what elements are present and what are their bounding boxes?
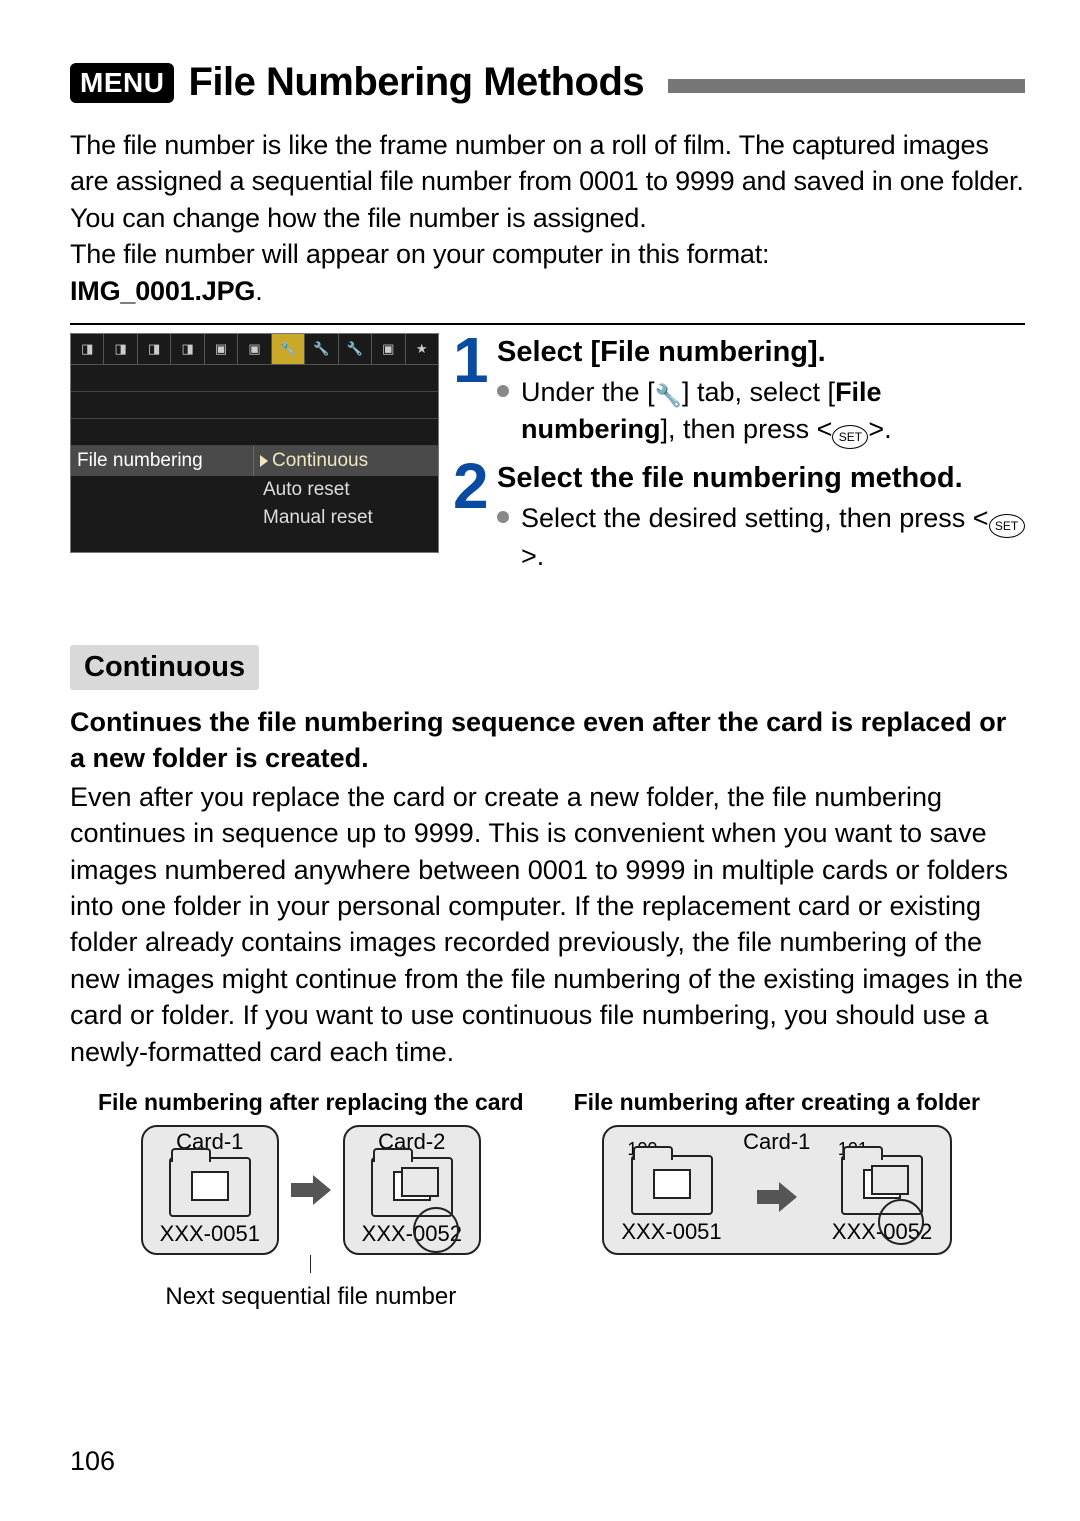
triangle-right-icon xyxy=(260,455,268,467)
card-1-wide: Card-1 100 XXX-0051 101 XXX-0052 xyxy=(602,1125,952,1255)
step-2-heading: Select the file numbering method. xyxy=(497,459,1025,498)
menu-badge: MENU xyxy=(70,63,174,103)
menu-blank-rows xyxy=(71,365,438,446)
bullet-icon xyxy=(497,385,509,397)
leader-line xyxy=(310,1255,311,1273)
set-button-icon: SET xyxy=(832,425,868,449)
highlight-circle-icon xyxy=(413,1207,459,1253)
file-number-label: XXX-0051 xyxy=(160,1221,260,1247)
intro-paragraph-2: The file number will appear on your comp… xyxy=(70,239,769,269)
menu-tab: ▣ xyxy=(205,334,238,364)
folder-icon xyxy=(169,1157,251,1217)
page-number: 106 xyxy=(70,1446,115,1477)
menu-tab: ◨ xyxy=(104,334,137,364)
continuous-summary: Continues the file numbering sequence ev… xyxy=(70,704,1025,777)
page-title-row: MENU File Numbering Methods xyxy=(70,60,1025,105)
diagram-caption: Next sequential file number xyxy=(98,1283,524,1311)
menu-tab: 🔧 xyxy=(305,334,338,364)
set-button-icon: SET xyxy=(989,514,1025,538)
menu-option-row: Manual reset xyxy=(71,504,438,532)
step-1: 1 Select [File numbering]. Under the [🔧]… xyxy=(453,333,1025,449)
menu-tab-active: 🔧 xyxy=(272,334,305,364)
menu-item-label: File numbering xyxy=(71,450,253,472)
arrow-right-icon xyxy=(757,1182,797,1212)
menu-tab: 🔧 xyxy=(339,334,372,364)
section-divider xyxy=(70,323,1025,325)
wrench-icon: 🔧 xyxy=(655,381,682,411)
intro-text: The file number is like the frame number… xyxy=(70,127,1025,309)
menu-tab-bar: ◨ ◨ ◨ ◨ ▣ ▣ 🔧 🔧 🔧 ▣ ★ xyxy=(71,334,438,365)
menu-item-value: Continuous xyxy=(253,446,438,476)
menu-tab: ▣ xyxy=(238,334,271,364)
step-2: 2 Select the file numbering method. Sele… xyxy=(453,459,1025,575)
diagram-create-folder: File numbering after creating a folder C… xyxy=(574,1088,980,1311)
diagram-replace-card: File numbering after replacing the card … xyxy=(98,1088,524,1311)
diagram-title: File numbering after replacing the card xyxy=(98,1088,524,1117)
step-1-bullet: Under the [🔧] tab, select [File numberin… xyxy=(497,374,1025,449)
step-number: 1 xyxy=(453,333,489,449)
menu-option-row: Auto reset xyxy=(71,476,438,504)
title-bar xyxy=(668,79,1025,93)
highlight-circle-icon xyxy=(878,1199,924,1245)
menu-tab: ▣ xyxy=(372,334,405,364)
menu-tab: ◨ xyxy=(138,334,171,364)
diagram-title: File numbering after creating a folder xyxy=(574,1088,980,1117)
menu-tab: ◨ xyxy=(71,334,104,364)
step-2-bullet: Select the desired setting, then press <… xyxy=(497,500,1025,575)
camera-menu-screenshot: ◨ ◨ ◨ ◨ ▣ ▣ 🔧 🔧 🔧 ▣ ★ File numbering Con… xyxy=(70,333,439,553)
menu-row-file-numbering: File numbering Continuous xyxy=(71,446,438,476)
card-1: Card-1 XXX-0051 xyxy=(141,1125,279,1255)
folder-icon xyxy=(631,1155,713,1215)
menu-tab: ◨ xyxy=(171,334,204,364)
continuous-body: Even after you replace the card or creat… xyxy=(70,779,1025,1071)
step-number: 2 xyxy=(453,459,489,575)
page-title: File Numbering Methods xyxy=(188,60,644,105)
menu-tab: ★ xyxy=(406,334,438,364)
bullet-icon xyxy=(497,511,509,523)
intro-paragraph-1: The file number is like the frame number… xyxy=(70,130,1024,233)
filename-example: IMG_0001.JPG xyxy=(70,276,255,306)
continuous-heading: Continuous xyxy=(70,645,259,690)
arrow-right-icon xyxy=(291,1175,331,1205)
card-2: Card-2 XXX-0052 xyxy=(343,1125,481,1255)
file-number-label: XXX-0051 xyxy=(621,1219,721,1245)
step-1-heading: Select [File numbering]. xyxy=(497,333,1025,372)
